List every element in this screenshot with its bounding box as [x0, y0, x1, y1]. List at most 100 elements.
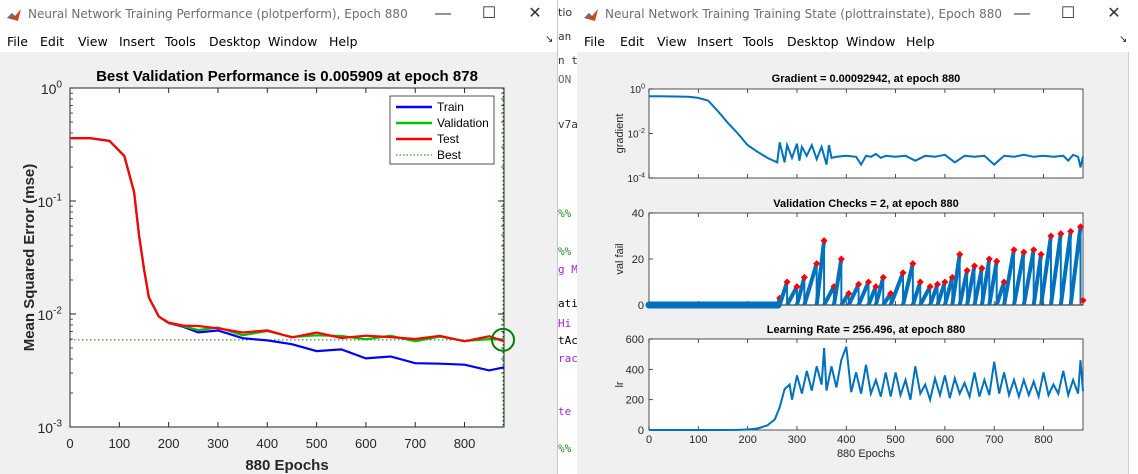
y-tick-label: 10-4 [627, 171, 645, 186]
window-title: Neural Network Training Performance (plo… [28, 7, 408, 21]
y-tick-label: 10-2 [37, 306, 62, 323]
x-axis-label: 880 Epochs [837, 448, 896, 460]
y-tick-label: 0 [638, 300, 644, 312]
menu-edit[interactable]: Edit [40, 34, 64, 49]
chart-title: Best Validation Performance is 0.005909 … [96, 68, 478, 85]
x-tick-label: 0 [66, 436, 73, 451]
x-axis-label: 880 Epochs [245, 457, 328, 474]
editor-fragment: ati [558, 297, 578, 310]
y-tick-label: 40 [632, 208, 644, 220]
menu-desktop[interactable]: Desktop [787, 34, 839, 49]
window-edge [1128, 52, 1138, 474]
menu-insert[interactable]: Insert [119, 34, 155, 49]
y-tick-label: 0 [638, 425, 644, 437]
y-tick-label: 200 [626, 395, 644, 407]
y-tick-label: 400 [626, 364, 644, 376]
editor-fragment: te [558, 405, 572, 418]
y-axis-label: gradient [614, 114, 626, 154]
y-axis-label: lr [614, 381, 626, 387]
x-tick-label: 400 [837, 434, 855, 446]
legend-label: Train [437, 100, 464, 114]
title-bar[interactable]: Neural Network Training Training State (… [577, 0, 1138, 30]
legend-label: Best [437, 148, 462, 162]
menu-window[interactable]: Window [846, 34, 895, 49]
editor-fragment: tAc [558, 334, 578, 347]
matlab-icon [584, 9, 598, 21]
matlab-icon [7, 9, 21, 21]
plot-area [648, 338, 1084, 431]
minimize-button[interactable]: — [420, 0, 466, 30]
legend-label: Validation [437, 116, 489, 130]
training-state-plots: Gradient = 0.00092942, at epoch 880 gradi… [614, 73, 1087, 460]
x-tick-label: 300 [207, 436, 229, 451]
x-tick-label: 300 [788, 434, 806, 446]
x-tick-label: 200 [158, 436, 180, 451]
dock-icon[interactable]: ↘ [1119, 34, 1127, 45]
x-tick-label: 800 [1034, 434, 1052, 446]
editor-fragment: g M [558, 263, 578, 276]
training-state-window: Neural Network Training Training State (… [577, 0, 1138, 474]
x-tick-label: 800 [454, 436, 476, 451]
y-axis-label: Mean Squared Error (mse) [21, 164, 38, 352]
editor-fragment: ON [558, 73, 572, 86]
menu-file[interactable]: File [584, 34, 605, 49]
dock-icon[interactable]: ↘ [545, 34, 553, 45]
y-tick-label: 600 [626, 334, 644, 346]
menu-bar: File Edit View Insert Tools Desktop Wind… [0, 30, 557, 52]
y-tick-label: 10-3 [37, 419, 62, 436]
x-tick-label: 600 [936, 434, 954, 446]
subplot-title: Validation Checks = 2, at epoch 880 [773, 198, 959, 210]
editor-fragment: %% [558, 442, 572, 455]
editor-fragment: an [558, 30, 572, 43]
menu-tools[interactable]: Tools [743, 34, 774, 49]
x-tick-label: 0 [646, 434, 652, 446]
editor-fragment: tio [558, 6, 573, 19]
x-tick-label: 100 [689, 434, 707, 446]
minimize-button[interactable]: — [999, 0, 1045, 30]
menu-view[interactable]: View [657, 34, 687, 49]
maximize-button[interactable]: ☐ [1045, 0, 1091, 30]
editor-fragment: n to [558, 54, 578, 67]
menu-view[interactable]: View [78, 34, 108, 49]
menu-edit[interactable]: Edit [620, 34, 644, 49]
maximize-button[interactable]: ☐ [466, 0, 512, 30]
y-axis-label: val fail [614, 243, 626, 274]
background-editor-strip: tio an n to ON v7a %% %% g M ati Hi tAc … [557, 0, 578, 474]
close-button[interactable]: ✕ [1091, 0, 1137, 30]
x-tick-label: 500 [306, 436, 328, 451]
menu-window[interactable]: Window [268, 34, 317, 49]
legend-label: Test [437, 132, 460, 146]
y-tick-label: 10-1 [37, 193, 62, 210]
editor-fragment: v7a [558, 118, 578, 131]
legend: Train Validation Test Best [389, 95, 495, 165]
y-tick-label: 20 [632, 254, 644, 266]
x-tick-label: 500 [886, 434, 904, 446]
figure-canvas: Gradient = 0.00092942, at epoch 880 gradi… [577, 52, 1138, 474]
x-tick-label: 600 [355, 436, 377, 451]
x-tick-label: 700 [985, 434, 1003, 446]
menu-file[interactable]: File [7, 34, 28, 49]
y-tick-label: 10-2 [627, 126, 645, 141]
menu-bar: File Edit View Insert Tools Desktop Wind… [577, 30, 1138, 52]
figure-canvas: 100 10-1 10-2 10-3 0 100 200 300 400 500 600 700 800… [0, 52, 557, 474]
menu-insert[interactable]: Insert [697, 34, 733, 49]
subplot-title: Learning Rate = 256.496, at epoch 880 [767, 324, 965, 336]
close-button[interactable]: ✕ [512, 0, 557, 30]
menu-desktop[interactable]: Desktop [209, 34, 261, 49]
title-bar[interactable]: Neural Network Training Performance (plo… [0, 0, 557, 30]
x-tick-label: 400 [256, 436, 278, 451]
subplot-title: Gradient = 0.00092942, at epoch 880 [772, 73, 961, 85]
editor-fragment: %% [558, 207, 572, 220]
editor-fragment: rac [558, 352, 578, 365]
menu-help[interactable]: Help [906, 34, 935, 49]
x-tick-label: 100 [108, 436, 130, 451]
x-tick-label: 200 [738, 434, 756, 446]
menu-tools[interactable]: Tools [165, 34, 196, 49]
performance-window: Neural Network Training Performance (plo… [0, 0, 557, 474]
y-tick-label: 100 [41, 80, 63, 97]
menu-help[interactable]: Help [329, 34, 358, 49]
window-title: Neural Network Training Training State (… [605, 7, 1003, 21]
editor-fragment: %% [558, 245, 572, 258]
y-tick-label: 100 [630, 82, 645, 97]
editor-fragment: Hi [558, 317, 572, 330]
